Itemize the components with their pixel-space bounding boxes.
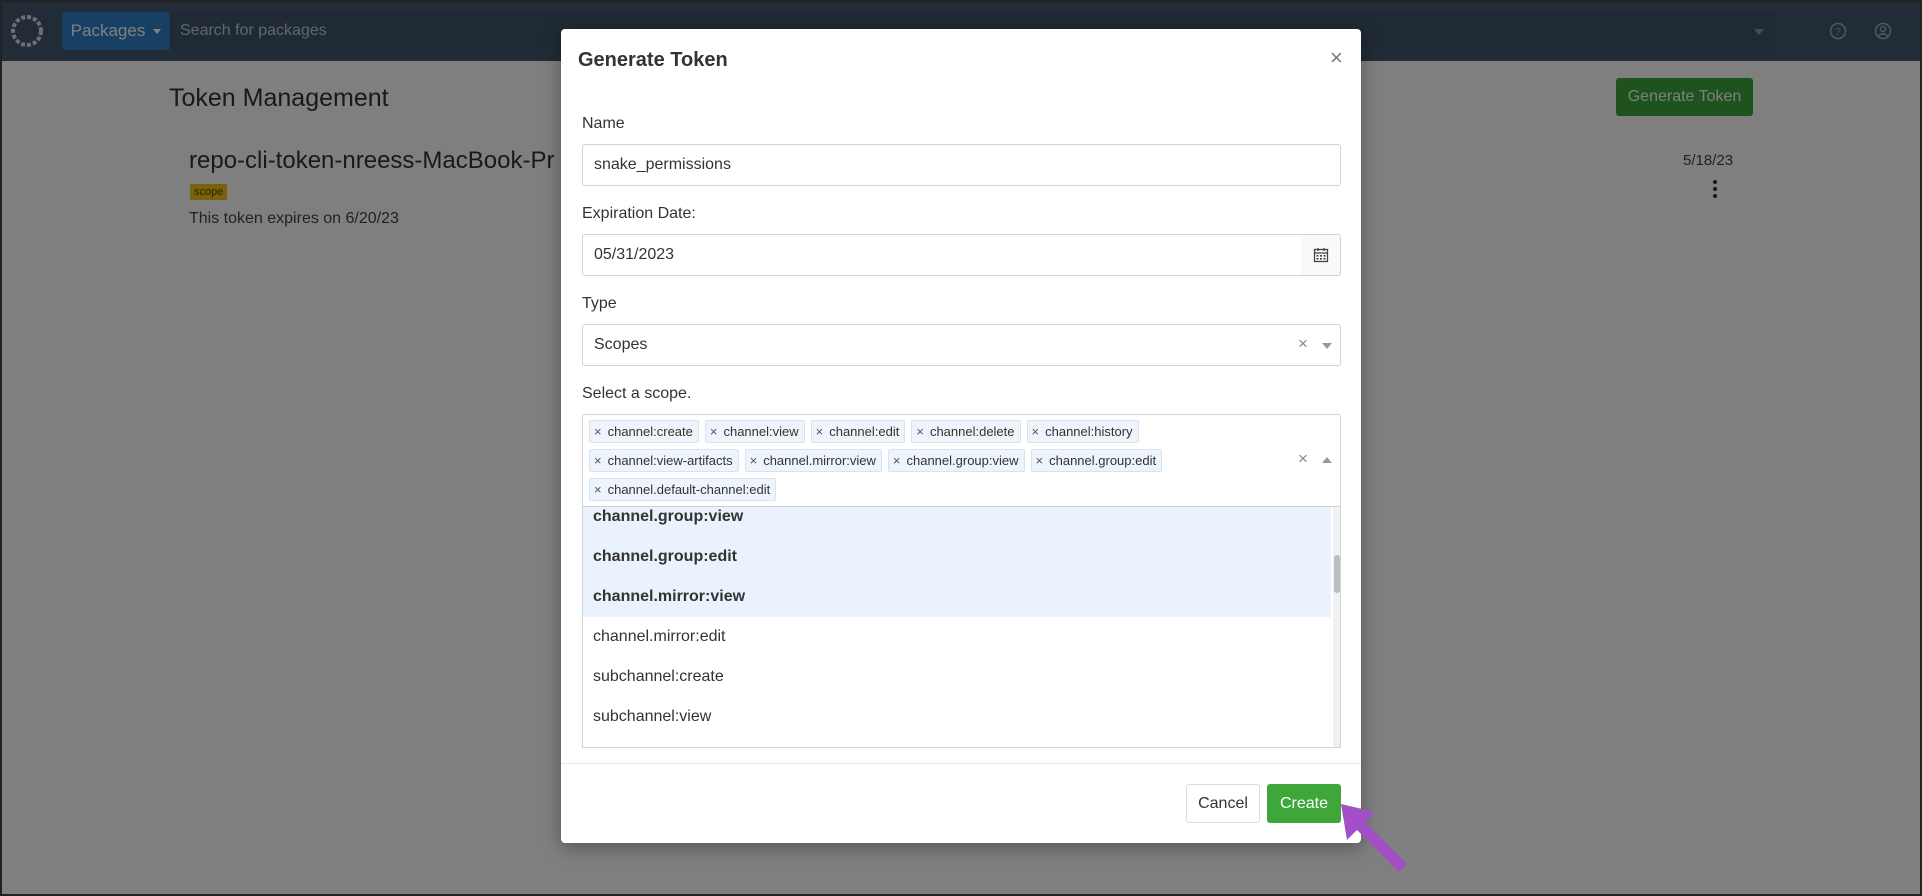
- remove-chip-icon[interactable]: ×: [916, 424, 924, 439]
- scope-label: Select a scope.: [582, 385, 692, 402]
- scope-chip-label: channel.mirror:view: [763, 453, 876, 468]
- scope-multiselect[interactable]: × channel:create × channel:view × channel:edi…: [582, 414, 1341, 507]
- cancel-button[interactable]: Cancel: [1186, 784, 1260, 823]
- selected-scope-chips: × channel:create × channel:view × channel:edi…: [589, 420, 1289, 501]
- name-label: Name: [582, 115, 625, 132]
- scope-chip-label: channel:history: [1045, 424, 1133, 439]
- scrollbar[interactable]: [1333, 507, 1340, 747]
- scope-option[interactable]: channel.group:edit: [583, 537, 1331, 577]
- expiration-value: 05/31/2023: [594, 246, 675, 263]
- remove-chip-icon[interactable]: ×: [1032, 424, 1040, 439]
- generate-token-modal: Generate Token × Name snake_permissions …: [561, 29, 1361, 843]
- scope-chip-label: channel.group:view: [906, 453, 1019, 468]
- calendar-button[interactable]: [1301, 234, 1341, 276]
- scope-options-list[interactable]: channel.group:view channel.group:edit chan…: [582, 507, 1341, 748]
- name-input[interactable]: snake_permissions: [582, 144, 1341, 186]
- scope-chip[interactable]: × channel.group:edit: [1030, 449, 1163, 472]
- scope-chip-label: channel:view: [723, 424, 799, 439]
- scope-chip-label: channel:delete: [929, 424, 1015, 439]
- type-label: Type: [582, 295, 617, 312]
- scope-chip-label: channel:edit: [829, 424, 900, 439]
- chevron-up-icon[interactable]: [1322, 457, 1332, 463]
- create-button[interactable]: Create: [1267, 784, 1341, 823]
- remove-chip-icon[interactable]: ×: [594, 482, 602, 497]
- type-select[interactable]: Scopes ×: [582, 324, 1341, 366]
- scope-chip-label: channel:create: [607, 424, 693, 439]
- scope-chip-label: channel:view-artifacts: [607, 453, 733, 468]
- scope-option[interactable]: channel.mirror:view: [583, 577, 1331, 617]
- remove-chip-icon[interactable]: ×: [893, 453, 901, 468]
- scope-chip[interactable]: × channel.default-channel:edit: [589, 478, 777, 501]
- chevron-down-icon[interactable]: [1322, 343, 1332, 349]
- name-value: snake_permissions: [594, 156, 731, 173]
- scope-option[interactable]: subchannel:create: [583, 657, 1331, 697]
- remove-chip-icon[interactable]: ×: [710, 424, 718, 439]
- clear-icon[interactable]: ×: [1298, 334, 1308, 354]
- scope-option[interactable]: channel.group:view: [583, 507, 1331, 537]
- scope-chip[interactable]: × channel.group:view: [887, 449, 1025, 472]
- remove-chip-icon[interactable]: ×: [594, 424, 602, 439]
- scope-chip[interactable]: × channel:history: [1026, 420, 1139, 443]
- scope-option[interactable]: subchannel:view: [583, 697, 1331, 737]
- remove-chip-icon[interactable]: ×: [1036, 453, 1044, 468]
- remove-chip-icon[interactable]: ×: [750, 453, 758, 468]
- scope-chip[interactable]: × channel:edit: [810, 420, 906, 443]
- scope-chip[interactable]: × channel:view-artifacts: [589, 449, 739, 472]
- modal-title: Generate Token: [578, 49, 728, 71]
- scrollbar-thumb[interactable]: [1334, 555, 1340, 593]
- scope-chip[interactable]: × channel:create: [589, 420, 699, 443]
- scope-chip-label: channel.default-channel:edit: [607, 482, 771, 497]
- remove-chip-icon[interactable]: ×: [594, 453, 602, 468]
- remove-chip-icon[interactable]: ×: [816, 424, 824, 439]
- type-value: Scopes: [594, 336, 648, 353]
- scope-chip[interactable]: × channel:delete: [911, 420, 1021, 443]
- footer-divider: [561, 763, 1361, 764]
- close-icon[interactable]: ×: [1330, 45, 1343, 71]
- annotation-arrow-icon: [1341, 804, 1407, 872]
- scope-chip[interactable]: × channel:view: [704, 420, 805, 443]
- scope-option[interactable]: channel.mirror:edit: [583, 617, 1331, 657]
- scope-chip-label: channel.group:edit: [1049, 453, 1157, 468]
- expiration-label: Expiration Date:: [582, 205, 696, 222]
- clear-icon[interactable]: ×: [1298, 449, 1308, 469]
- scope-chip[interactable]: × channel.mirror:view: [744, 449, 882, 472]
- calendar-icon: [1313, 248, 1328, 263]
- expiration-date-input[interactable]: 05/31/2023: [582, 234, 1302, 276]
